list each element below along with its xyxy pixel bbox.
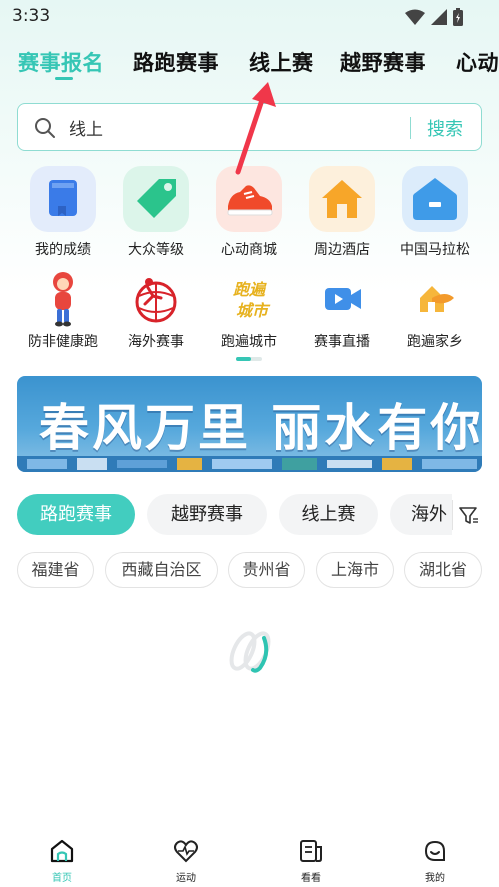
city-logo-icon: 跑遍 城市 (216, 268, 282, 328)
nav-label: 看看 (301, 873, 321, 884)
province-chip[interactable]: 贵州省 (228, 552, 305, 588)
grid-item-live[interactable]: 赛事直播 (296, 268, 388, 351)
banner-pattern (17, 456, 482, 472)
wifi-icon (405, 9, 425, 25)
search-input[interactable]: 线上 (69, 115, 103, 140)
grid-item-hometown[interactable]: 跑遍家乡 (389, 268, 481, 351)
grid-page-indicator (236, 357, 262, 361)
grid-label: 我的成绩 (35, 242, 91, 258)
grid-item-my-results[interactable]: 我的成绩 (17, 166, 109, 259)
grid-label: 跑遍家乡 (407, 334, 463, 350)
grid-item-run-cities[interactable]: 跑遍 城市 跑遍城市 (203, 268, 295, 351)
tab-signup[interactable]: 赛事报名 (18, 47, 104, 77)
grid-item-china-marathon[interactable]: 中国马拉松 (389, 166, 481, 259)
svg-text:跑遍: 跑遍 (233, 280, 267, 299)
home-icon (50, 839, 74, 863)
news-icon (300, 840, 322, 862)
chip-trail[interactable]: 越野赛事 (147, 494, 267, 535)
loading-spinner (229, 631, 271, 673)
status-bar: 3:33 (0, 0, 499, 34)
grid-item-public-level[interactable]: 大众等级 (110, 166, 202, 259)
search-bar: 线上 搜索 (17, 103, 482, 151)
grid-label: 防非健康跑 (28, 334, 98, 350)
status-icons (405, 8, 463, 26)
filter-button[interactable] (452, 500, 482, 530)
nav-profile[interactable]: 我的 (405, 838, 465, 884)
tag-icon (123, 166, 189, 232)
province-chip[interactable]: 上海市 (316, 552, 394, 588)
grid-item-shop[interactable]: 心动商城 (203, 166, 295, 259)
province-chip[interactable]: 西藏自治区 (105, 552, 218, 588)
home-badge-icon (402, 166, 468, 232)
app-screen: 3:33 赛事报名 路跑赛事 线上赛 越野赛事 心动 线上 搜索 我的成绩 大众… (0, 0, 499, 887)
house-icon (309, 166, 375, 232)
province-chip[interactable]: 福建省 (17, 552, 94, 588)
search-button[interactable]: 搜索 (427, 115, 463, 141)
heart-pulse-icon (174, 840, 198, 863)
nav-label: 首页 (52, 873, 72, 884)
top-tabs: 赛事报名 路跑赛事 线上赛 越野赛事 心动 (18, 47, 499, 87)
nav-label: 运动 (176, 873, 196, 884)
grid-label: 海外赛事 (128, 334, 184, 350)
promo-banner[interactable]: 春风万里 丽水有你 (17, 376, 482, 472)
banner-text: 春风万里 丽水有你 (39, 399, 482, 457)
grid-label: 周边酒店 (314, 242, 370, 258)
filter-icon (459, 507, 478, 524)
grid-item-hotels[interactable]: 周边酒店 (296, 166, 388, 259)
smile-icon (424, 840, 445, 861)
grid-label: 中国马拉松 (400, 242, 470, 258)
nav-label: 我的 (425, 873, 445, 884)
svg-text:城市: 城市 (236, 301, 271, 320)
signal-icon (431, 9, 447, 25)
sneaker-icon (216, 166, 282, 232)
search-icon (35, 118, 55, 138)
nav-home[interactable]: 首页 (32, 838, 92, 884)
chip-road-running[interactable]: 路跑赛事 (17, 494, 135, 535)
active-tab-indicator (55, 77, 73, 80)
grid-label: 心动商城 (221, 242, 277, 258)
tab-road-running[interactable]: 路跑赛事 (133, 47, 219, 77)
grid-label: 跑遍城市 (221, 334, 277, 350)
grid-label: 赛事直播 (314, 334, 370, 350)
grid-item-anti-fake-run[interactable]: 防非健康跑 (17, 268, 109, 351)
search-divider (410, 117, 411, 139)
run-the-world-icon (123, 268, 189, 328)
chip-online[interactable]: 线上赛 (279, 494, 378, 535)
hometown-icon (402, 268, 468, 328)
pager-active-dot (236, 357, 251, 361)
book-icon (30, 166, 96, 232)
bottom-nav: 首页 运动 看看 我的 (0, 830, 499, 887)
province-chip[interactable]: 湖北省 (404, 552, 482, 588)
mascot-icon (30, 268, 96, 328)
tab-xindong[interactable]: 心动 (456, 47, 499, 77)
nav-explore[interactable]: 看看 (281, 838, 341, 884)
battery-icon (453, 8, 463, 26)
grid-item-overseas[interactable]: 海外赛事 (110, 268, 202, 351)
grid-label: 大众等级 (128, 242, 184, 258)
nav-sport[interactable]: 运动 (156, 838, 216, 884)
filter-divider (452, 500, 453, 530)
tab-trail-race[interactable]: 越野赛事 (340, 47, 426, 77)
live-video-icon (309, 268, 375, 328)
chip-overseas[interactable]: 海外 (390, 494, 452, 535)
status-time: 3:33 (12, 6, 51, 26)
tab-online-race[interactable]: 线上赛 (249, 47, 314, 77)
